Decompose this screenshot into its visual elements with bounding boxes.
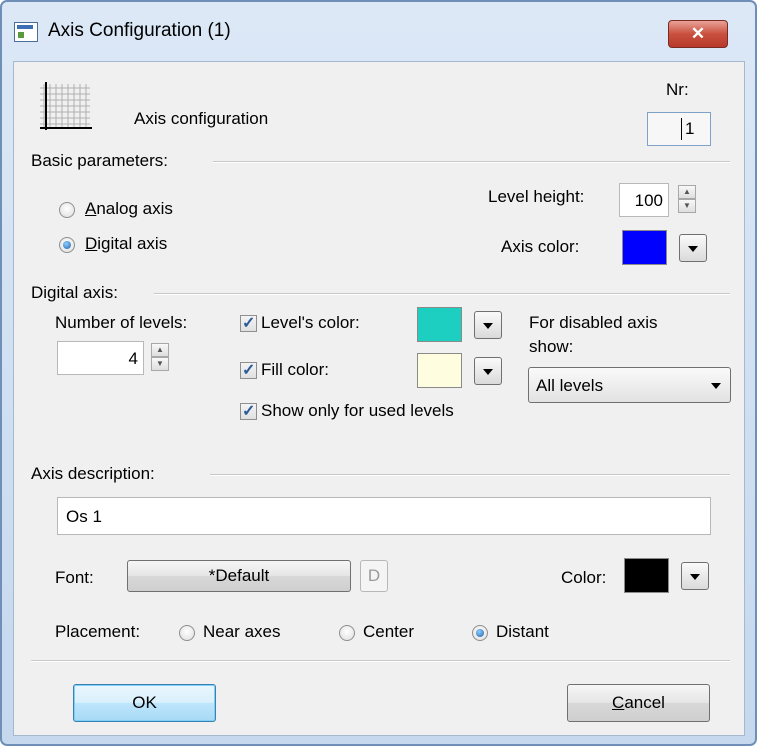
separator (213, 161, 730, 163)
axis-color-swatch[interactable] (622, 230, 667, 265)
font-button[interactable]: *Default (127, 560, 351, 592)
show-used-label: Show only for used levels (261, 401, 454, 420)
placement-center-radio[interactable] (339, 625, 355, 641)
placement-near-label[interactable]: Near axes (203, 622, 280, 642)
chevron-down-icon (711, 383, 721, 389)
disabled-axis-label-2: show: (529, 337, 574, 356)
nr-label: Nr: (666, 80, 689, 99)
window-title: Axis Configuration (1) (48, 20, 231, 41)
separator (154, 293, 730, 295)
checkmark-icon: ✓ (242, 362, 256, 379)
analog-axis-radio[interactable] (59, 202, 75, 218)
spin-up-icon[interactable]: ▲ (678, 185, 696, 199)
placement-distant-label[interactable]: Distant (496, 622, 549, 642)
levels-color-checkbox[interactable]: ✓ (240, 315, 257, 332)
axis-color-label: Axis color: (501, 237, 580, 256)
axis-description-input[interactable]: Os 1 (57, 497, 711, 535)
title-bar[interactable]: Axis Configuration (1) ✕ (2, 2, 755, 60)
checkmark-icon: ✓ (242, 315, 256, 332)
show-used-checkbox[interactable]: ✓ (240, 403, 257, 420)
digital-axis-label[interactable]: Digital axis (85, 234, 167, 254)
app-icon (14, 22, 38, 42)
disabled-axis-select[interactable]: All levels (528, 367, 731, 403)
digital-section-title: Digital axis: (31, 283, 118, 302)
cancel-button[interactable]: Cancel (567, 684, 710, 722)
level-height-label: Level height: (488, 187, 585, 206)
fill-color-dropdown-button[interactable] (474, 357, 502, 385)
disabled-axis-value: All levels (536, 376, 604, 395)
dialog-client: Axis configuration Nr: 1 Basic parameter… (13, 61, 745, 736)
num-levels-label: Number of levels: (55, 313, 188, 332)
basic-section-title: Basic parameters: (31, 151, 168, 170)
separator (210, 474, 730, 476)
font-label: Font: (55, 568, 94, 587)
close-button[interactable]: ✕ (668, 20, 728, 48)
levels-color-swatch[interactable] (417, 307, 462, 342)
nr-value: 1 (685, 119, 695, 138)
digital-axis-radio[interactable] (59, 237, 75, 253)
spin-up-icon[interactable]: ▲ (151, 343, 169, 357)
fill-color-label: Fill color: (261, 360, 330, 379)
color-label: Color: (561, 568, 607, 587)
separator (31, 660, 730, 662)
spin-down-icon[interactable]: ▼ (678, 199, 696, 213)
levels-color-dropdown-button[interactable] (474, 311, 502, 339)
fill-color-checkbox[interactable]: ✓ (240, 362, 257, 379)
placement-center-label[interactable]: Center (363, 622, 414, 642)
header-label: Axis configuration (134, 109, 269, 128)
text-cursor (681, 118, 682, 140)
fill-color-swatch[interactable] (417, 353, 462, 388)
description-section-title: Axis description: (31, 464, 155, 483)
levels-color-label: Level's color: (261, 313, 360, 332)
axis-chart-icon (36, 80, 93, 135)
placement-label: Placement: (55, 622, 141, 641)
num-levels-input[interactable]: 4 (57, 341, 144, 375)
placement-distant-radio[interactable] (472, 625, 488, 641)
nr-field[interactable]: 1 (647, 112, 711, 146)
axis-description-value: Os 1 (66, 507, 102, 526)
disabled-axis-label-1: For disabled axis (529, 313, 658, 332)
spin-down-icon[interactable]: ▼ (151, 357, 169, 371)
ok-button[interactable]: OK (73, 684, 216, 722)
checkmark-icon: ✓ (242, 403, 256, 420)
dialog-window: Axis Configuration (1) ✕ Axis configurat… (0, 0, 757, 746)
placement-near-radio[interactable] (179, 625, 195, 641)
axis-color-dropdown-button[interactable] (679, 234, 707, 262)
level-height-value: 100 (634, 191, 663, 210)
num-levels-value: 4 (128, 349, 138, 368)
analog-axis-label[interactable]: Analog axis (85, 199, 173, 219)
level-height-input[interactable]: 100 (619, 183, 669, 217)
default-font-button[interactable]: D (360, 560, 388, 592)
description-color-dropdown-button[interactable] (681, 562, 709, 590)
description-color-swatch[interactable] (624, 558, 669, 593)
